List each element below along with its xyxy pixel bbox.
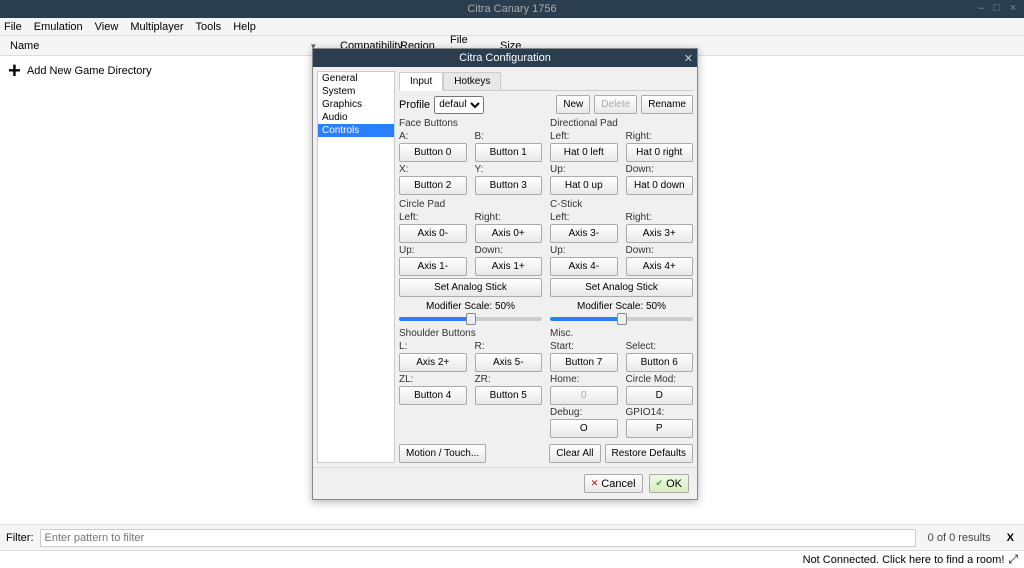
add-dir-label: Add New Game Directory [27, 65, 152, 77]
status-bar[interactable]: Not Connected. Click here to find a room… [0, 550, 1024, 568]
map-shoulder-zl[interactable]: Button 4 [399, 386, 467, 405]
config-tabs: Input Hotkeys [399, 71, 693, 91]
cpad-modifier-slider[interactable] [399, 317, 542, 321]
sidebar-item-controls[interactable]: Controls [318, 124, 394, 137]
map-cstick-left[interactable]: Axis 3- [550, 224, 618, 243]
dialog-close-icon[interactable]: ✕ [684, 52, 693, 65]
dialog-titlebar[interactable]: Citra Configuration ✕ [313, 49, 697, 67]
map-misc-cmod[interactable]: D [626, 386, 694, 405]
map-dpad-left[interactable]: Hat 0 left [550, 143, 618, 162]
ok-button[interactable]: OK [649, 474, 689, 493]
menu-tools[interactable]: Tools [196, 21, 222, 33]
group-cstick: C-Stick Left:Axis 3- Right:Axis 3+ Up:Ax… [550, 199, 693, 324]
map-misc-gpio[interactable]: P [626, 419, 694, 438]
group-misc: Misc. Start:Button 7 Select:Button 6 Hom… [550, 328, 693, 438]
sidebar-item-system[interactable]: System [318, 85, 394, 98]
map-shoulder-l[interactable]: Axis 2+ [399, 353, 467, 372]
map-misc-debug[interactable]: O [550, 419, 618, 438]
group-face-buttons: Face Buttons A:Button 0 B:Button 1 X:But… [399, 118, 542, 195]
sidebar-item-graphics[interactable]: Graphics [318, 98, 394, 111]
window-titlebar: Citra Canary 1756 – □ × [0, 0, 1024, 18]
map-cpad-left[interactable]: Axis 0- [399, 224, 467, 243]
menu-help[interactable]: Help [233, 21, 256, 33]
plus-icon: + [8, 60, 21, 82]
menubar: File Emulation View Multiplayer Tools He… [0, 18, 1024, 36]
config-dialog: Citra Configuration ✕ General System Gra… [312, 48, 698, 500]
filter-close-icon[interactable]: X [1003, 532, 1018, 544]
map-cpad-right[interactable]: Axis 0+ [475, 224, 543, 243]
profile-new-button[interactable]: New [556, 95, 590, 114]
group-circle-pad: Circle Pad Left:Axis 0- Right:Axis 0+ Up… [399, 199, 542, 324]
map-shoulder-zr[interactable]: Button 5 [475, 386, 543, 405]
dialog-title: Citra Configuration [459, 52, 551, 64]
map-cstick-right[interactable]: Axis 3+ [626, 224, 694, 243]
window-title: Citra Canary 1756 [467, 3, 556, 15]
group-dpad: Directional Pad Left:Hat 0 left Right:Ha… [550, 118, 693, 195]
map-face-a[interactable]: Button 0 [399, 143, 467, 162]
map-cstick-up[interactable]: Axis 4- [550, 257, 618, 276]
map-dpad-right[interactable]: Hat 0 right [626, 143, 694, 162]
sidebar-item-general[interactable]: General [318, 72, 394, 85]
group-title: Face Buttons [399, 118, 542, 129]
cpad-set-analog-button[interactable]: Set Analog Stick [399, 278, 542, 297]
menu-emulation[interactable]: Emulation [34, 21, 83, 33]
cpad-modifier-label: Modifier Scale: 50% [399, 301, 542, 312]
profile-label: Profile [399, 99, 430, 111]
config-sidebar: General System Graphics Audio Controls [317, 71, 395, 463]
tab-hotkeys[interactable]: Hotkeys [443, 72, 501, 91]
minimize-icon[interactable]: – [974, 2, 988, 16]
cstick-set-analog-button[interactable]: Set Analog Stick [550, 278, 693, 297]
map-face-y[interactable]: Button 3 [475, 176, 543, 195]
filter-bar: Filter: 0 of 0 results X [0, 524, 1024, 550]
profile-rename-button[interactable]: Rename [641, 95, 693, 114]
cancel-button[interactable]: Cancel [584, 474, 643, 493]
map-cpad-down[interactable]: Axis 1+ [475, 257, 543, 276]
map-shoulder-r[interactable]: Axis 5- [475, 353, 543, 372]
map-cstick-down[interactable]: Axis 4+ [626, 257, 694, 276]
status-text: Not Connected. Click here to find a room… [803, 554, 1005, 566]
menu-multiplayer[interactable]: Multiplayer [130, 21, 183, 33]
expand-icon[interactable]: ⤢ [1008, 552, 1018, 567]
map-misc-select[interactable]: Button 6 [626, 353, 694, 372]
col-name[interactable]: Name▼ [4, 40, 334, 52]
menu-file[interactable]: File [4, 21, 22, 33]
map-face-b[interactable]: Button 1 [475, 143, 543, 162]
sidebar-item-audio[interactable]: Audio [318, 111, 394, 124]
restore-defaults-button[interactable]: Restore Defaults [605, 444, 693, 463]
clear-all-button[interactable]: Clear All [549, 444, 600, 463]
filter-results: 0 of 0 results [928, 532, 991, 544]
map-dpad-down[interactable]: Hat 0 down [626, 176, 694, 195]
map-misc-start[interactable]: Button 7 [550, 353, 618, 372]
profile-delete-button: Delete [594, 95, 637, 114]
filter-input[interactable] [40, 529, 916, 547]
map-dpad-up[interactable]: Hat 0 up [550, 176, 618, 195]
profile-select[interactable]: default [434, 96, 484, 114]
filter-label: Filter: [6, 532, 34, 544]
cstick-modifier-label: Modifier Scale: 50% [550, 301, 693, 312]
close-icon[interactable]: × [1006, 2, 1020, 16]
map-cpad-up[interactable]: Axis 1- [399, 257, 467, 276]
tab-input[interactable]: Input [399, 72, 443, 91]
map-face-x[interactable]: Button 2 [399, 176, 467, 195]
motion-touch-button[interactable]: Motion / Touch... [399, 444, 486, 463]
maximize-icon[interactable]: □ [990, 2, 1004, 16]
cstick-modifier-slider[interactable] [550, 317, 693, 321]
menu-view[interactable]: View [95, 21, 119, 33]
map-misc-home: 0 [550, 386, 618, 405]
group-shoulder: Shoulder Buttons L:Axis 2+ R:Axis 5- ZL:… [399, 328, 542, 438]
